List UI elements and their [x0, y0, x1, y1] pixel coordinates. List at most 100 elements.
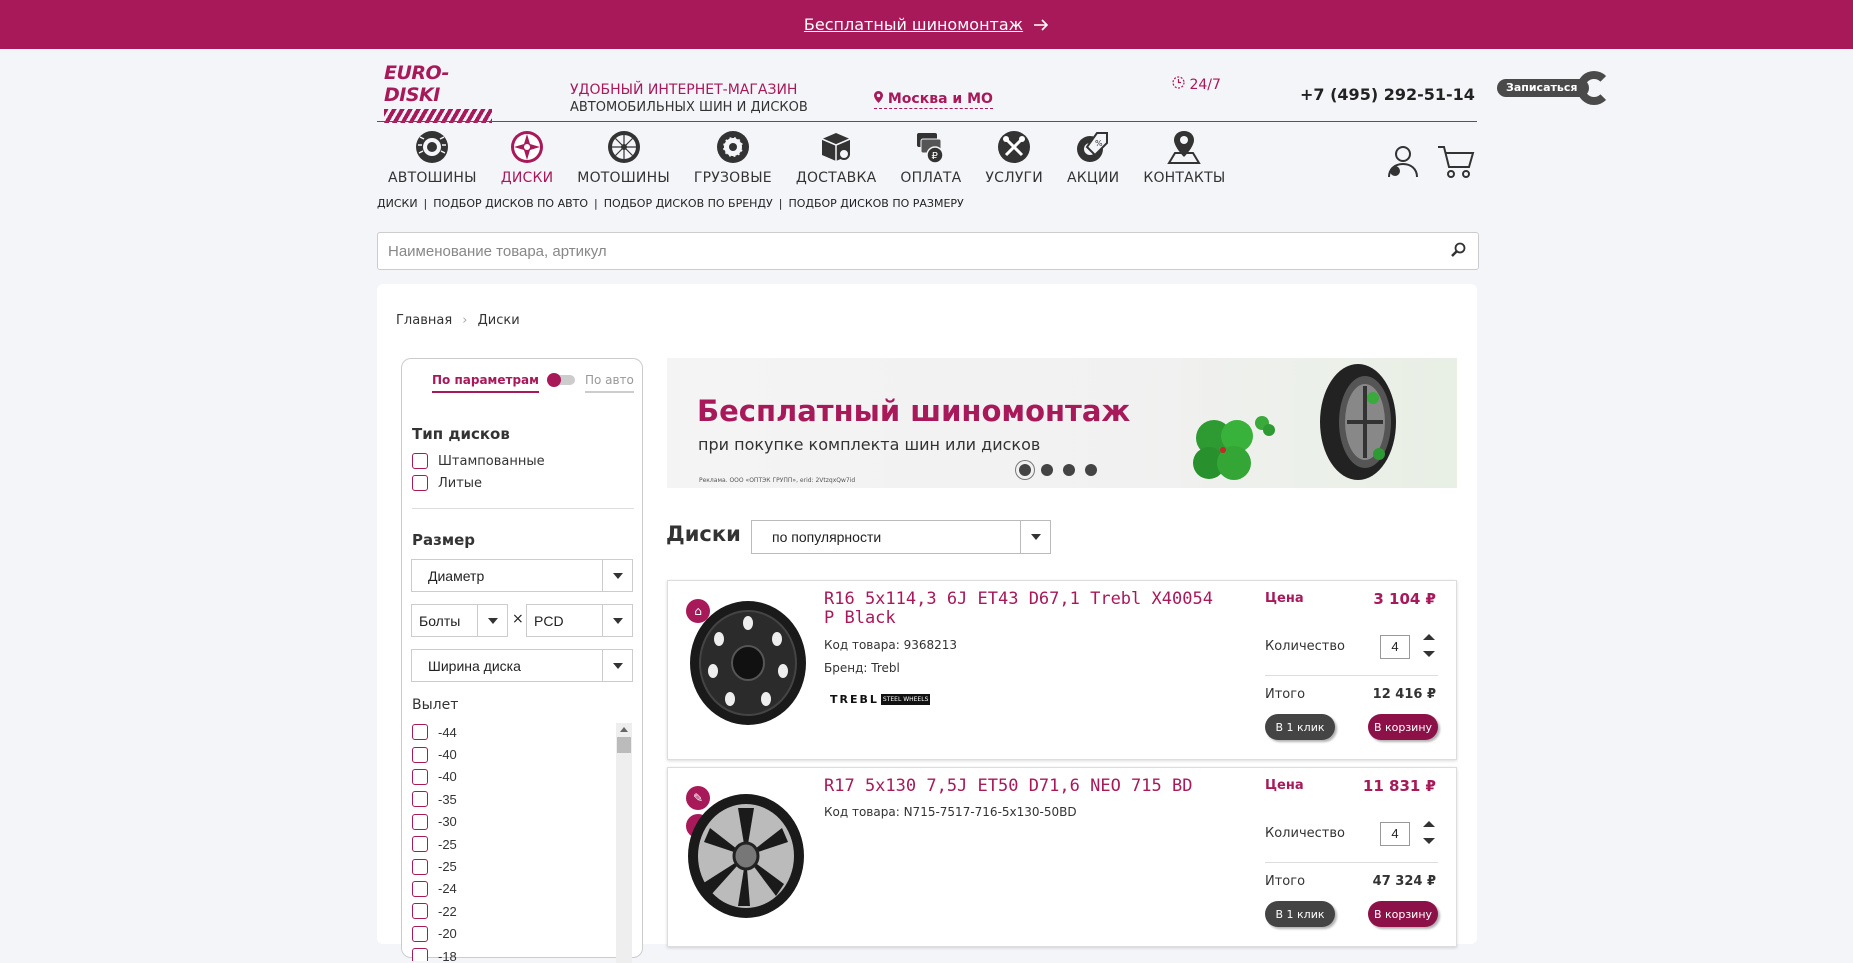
breadcrumb-home[interactable]: Главная [396, 313, 452, 328]
search-input[interactable] [378, 233, 1418, 269]
nav-item-delivery[interactable]: ДОСТАВКА [796, 128, 877, 186]
chevron-right-icon: › [462, 313, 468, 328]
chevron-down-icon[interactable] [602, 650, 632, 681]
checkbox-label: -25 [438, 836, 457, 852]
checkbox-box[interactable] [412, 836, 428, 853]
checkbox-box[interactable] [412, 724, 428, 741]
size-title: Размер [412, 531, 476, 549]
carousel-dot[interactable] [1041, 464, 1053, 476]
offset-checkbox[interactable]: -25 [412, 855, 632, 877]
checkbox-box[interactable] [412, 475, 428, 491]
user-account-icon[interactable] [1385, 143, 1421, 179]
select-value: Диаметр [428, 567, 485, 584]
nav-item-payment[interactable]: ₽ ОПЛАТА [900, 128, 961, 186]
product-image[interactable] [682, 593, 808, 733]
add-to-cart-button[interactable]: В корзину [1368, 901, 1438, 927]
tab-by-params[interactable]: По параметрам [432, 373, 539, 393]
offset-checkbox[interactable]: -22 [412, 900, 632, 922]
offset-checkbox[interactable]: -25 [412, 833, 632, 855]
product-image[interactable] [682, 780, 808, 920]
checkbox-box[interactable] [412, 791, 428, 808]
tab-by-auto[interactable]: По авто [584, 373, 634, 393]
carousel-dot[interactable] [1019, 464, 1031, 476]
nav-item-disks[interactable]: ДИСКИ [501, 128, 554, 186]
code-label: Код товара: [824, 805, 900, 819]
carousel-dot[interactable] [1063, 464, 1075, 476]
quantity-input[interactable]: 4 [1380, 822, 1410, 846]
scroll-thumb[interactable] [617, 737, 631, 753]
checkbox-box[interactable] [412, 925, 428, 942]
chevron-down-icon[interactable] [1020, 521, 1050, 553]
promo-banner[interactable]: Бесплатный шиномонтаж при покупке компле… [667, 358, 1457, 488]
type-stamped-checkbox[interactable]: Штампованные [412, 453, 545, 469]
subnav-by-size[interactable]: ПОДБОР ДИСКОВ ПО РАЗМЕРУ [788, 197, 963, 210]
qty-down-icon[interactable] [1423, 838, 1435, 844]
cart-icon[interactable] [1437, 143, 1475, 179]
offset-checkbox[interactable]: -40 [412, 743, 632, 765]
checkbox-box[interactable] [412, 858, 428, 875]
nav-item-tires[interactable]: АВТОШИНЫ [388, 128, 477, 186]
bolts-select[interactable]: Болты [411, 604, 508, 637]
checkbox-box[interactable] [412, 903, 428, 920]
diameter-select[interactable]: Диаметр [411, 559, 633, 592]
sort-select[interactable]: по популярности [751, 520, 1051, 554]
subnav-by-brand[interactable]: ПОДБОР ДИСКОВ ПО БРЕНДУ [604, 197, 773, 210]
nav-item-services[interactable]: УСЛУГИ [985, 128, 1043, 186]
phone-number[interactable]: +7 (495) 292-51-14 [1300, 85, 1475, 104]
checkbox-label: -22 [438, 903, 457, 919]
checkbox-box[interactable] [412, 453, 428, 469]
price-divider [1265, 862, 1438, 863]
offset-checkbox[interactable]: -30 [412, 811, 632, 833]
nav-item-trucks[interactable]: ГРУЗОВЫЕ [694, 128, 772, 186]
site-logo[interactable]: EURO-DISKI [384, 62, 494, 123]
qty-down-icon[interactable] [1423, 651, 1435, 657]
checkbox-box[interactable] [412, 813, 428, 830]
chevron-down-icon[interactable] [602, 560, 632, 591]
one-click-button[interactable]: В 1 клик [1265, 901, 1335, 927]
price-value: 11 831 ₽ [1362, 777, 1436, 795]
add-to-cart-button[interactable]: В корзину [1368, 714, 1438, 740]
checkbox-box[interactable] [412, 768, 428, 785]
offset-checkbox[interactable]: -24 [412, 878, 632, 900]
subnav-by-auto[interactable]: ПОДБОР ДИСКОВ ПО АВТО [433, 197, 588, 210]
type-alloy-checkbox[interactable]: Литые [412, 475, 482, 491]
one-click-button[interactable]: В 1 клик [1265, 714, 1335, 740]
subnav-separator: | [423, 197, 428, 210]
offset-scrollbar[interactable] [616, 723, 632, 963]
location-pin-icon [874, 91, 888, 107]
select-value: Болты [419, 612, 461, 629]
offset-checkbox[interactable]: -40 [412, 766, 632, 788]
nav-item-moto[interactable]: МОТОШИНЫ [577, 128, 670, 186]
subnav-disks[interactable]: ДИСКИ [377, 197, 418, 210]
search-icon[interactable] [1450, 242, 1466, 258]
quantity-input[interactable]: 4 [1380, 635, 1410, 659]
qty-up-icon[interactable] [1423, 821, 1435, 827]
logo-text: EURO-DISKI [384, 62, 449, 106]
checkbox-box[interactable] [412, 948, 428, 961]
checkbox-box[interactable] [412, 746, 428, 763]
carousel-dot[interactable] [1085, 464, 1097, 476]
product-name[interactable]: R16 5x114,3 6J ET43 D67,1 Trebl X40054 P… [824, 590, 1224, 628]
signup-button[interactable]: Записаться [1497, 71, 1613, 105]
nav-item-promos[interactable]: % АКЦИИ [1067, 128, 1119, 186]
chevron-down-icon[interactable] [602, 605, 632, 636]
offset-checkbox[interactable]: -20 [412, 923, 632, 945]
nav-label: ГРУЗОВЫЕ [693, 170, 772, 186]
offset-checkbox[interactable]: -18 [412, 945, 632, 961]
mode-toggle[interactable] [546, 373, 575, 387]
width-select[interactable]: Ширина диска [411, 649, 633, 682]
chevron-down-icon[interactable] [477, 605, 507, 636]
qty-up-icon[interactable] [1423, 634, 1435, 640]
pcd-select[interactable]: PCD [526, 604, 633, 637]
checkbox-box[interactable] [412, 880, 428, 897]
product-name[interactable]: R17 5x130 7,5J ET50 D71,6 NEO 715 BD [824, 777, 1224, 796]
total-label: Итого [1265, 874, 1306, 889]
nav-item-contacts[interactable]: КОНТАКТЫ [1143, 128, 1225, 186]
city-selector[interactable]: Москва и МО [874, 91, 993, 109]
checkbox-label: -35 [438, 791, 457, 807]
promo-link[interactable]: Бесплатный шиномонтаж [804, 15, 1049, 34]
offset-checkbox[interactable]: -35 [412, 788, 632, 810]
offset-checkbox[interactable]: -44 [412, 721, 632, 743]
product-code: Код товара: 9368213 [824, 638, 957, 652]
scroll-up-icon[interactable] [620, 727, 628, 732]
